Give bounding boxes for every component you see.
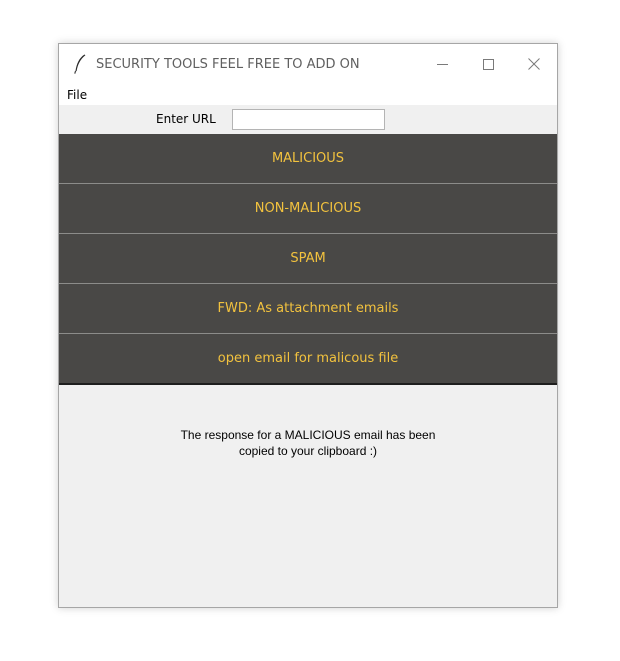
url-label: Enter URL xyxy=(156,112,216,126)
minimize-icon xyxy=(436,63,448,65)
app-window: SECURITY TOOLS FEEL FREE TO ADD ON File xyxy=(58,43,558,608)
menu-bar: File xyxy=(59,84,557,105)
status-message-line-2: copied to your clipboard :) xyxy=(238,444,378,458)
fwd-attachment-button[interactable]: FWD: As attachment emails xyxy=(59,284,557,334)
status-message: The response for a MALICIOUS email has b… xyxy=(59,427,557,459)
menu-file[interactable]: File xyxy=(59,88,95,102)
window-controls xyxy=(419,44,557,84)
close-icon xyxy=(528,58,540,70)
url-input[interactable] xyxy=(232,109,385,130)
maximize-icon xyxy=(482,58,494,70)
title-bar[interactable]: SECURITY TOOLS FEEL FREE TO ADD ON xyxy=(59,44,557,84)
non-malicious-button[interactable]: NON-MALICIOUS xyxy=(59,184,557,234)
url-row: Enter URL xyxy=(59,105,557,134)
minimize-button[interactable] xyxy=(419,44,465,84)
status-message-line-1: The response for a MALICIOUS email has b… xyxy=(180,428,436,442)
malicious-button[interactable]: MALICIOUS xyxy=(59,134,557,184)
open-malicious-file-button[interactable]: open email for malicous file xyxy=(59,334,557,385)
maximize-button[interactable] xyxy=(465,44,511,84)
close-button[interactable] xyxy=(511,44,557,84)
action-buttons: MALICIOUS NON-MALICIOUS SPAM FWD: As att… xyxy=(59,134,557,385)
feather-icon xyxy=(72,54,88,74)
window-title: SECURITY TOOLS FEEL FREE TO ADD ON xyxy=(96,56,360,72)
spam-button[interactable]: SPAM xyxy=(59,234,557,284)
